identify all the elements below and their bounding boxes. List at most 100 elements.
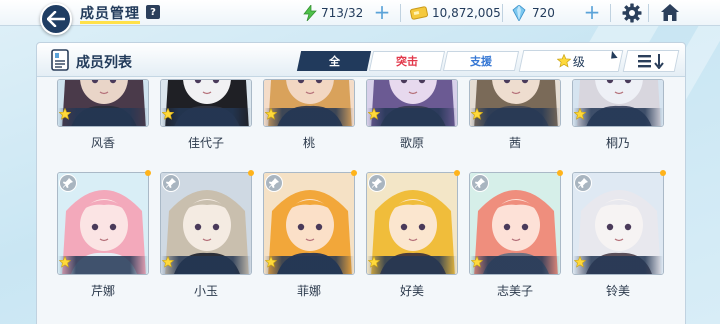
member-card[interactable]: 桃 (263, 79, 355, 151)
member-name: 铃美 (605, 284, 630, 298)
pin-button[interactable] (59, 174, 77, 192)
star-icon (59, 108, 71, 120)
member-name: 芹娜 (90, 284, 115, 298)
member-portrait (160, 79, 252, 127)
star-rating (264, 108, 354, 126)
member-list-panel: 成员列表 全 突击 支援 级 风香 佳代子 桃 歌原 茜 桐乃 芹娜 小玉 菲娜… (36, 42, 686, 324)
member-card[interactable]: 菲娜 (263, 170, 357, 299)
member-card[interactable]: 佳代子 (160, 79, 252, 151)
lightning-icon (303, 5, 317, 21)
divider (648, 4, 649, 22)
member-name: 菲娜 (296, 284, 321, 298)
pin-button[interactable] (368, 174, 386, 192)
notification-dot (557, 170, 563, 176)
member-portrait (366, 79, 458, 127)
member-name: 歌原 (399, 136, 424, 150)
member-list-icon (51, 49, 69, 71)
member-name: 茜 (508, 136, 521, 150)
pin-button[interactable] (471, 174, 489, 192)
member-card[interactable]: 小玉 (160, 170, 254, 299)
star-rating (470, 108, 560, 126)
pin-icon (578, 178, 588, 188)
pin-button[interactable] (574, 174, 592, 192)
star-rating (58, 108, 148, 126)
member-card[interactable]: 志美子 (469, 170, 563, 299)
filter-support-tab[interactable]: 支援 (442, 51, 520, 71)
star-rating (264, 256, 354, 274)
divider (610, 4, 611, 22)
star-rating (58, 256, 148, 274)
star-rating (573, 256, 663, 274)
sort-dropdown[interactable]: 级 (518, 50, 624, 72)
member-name: 小玉 (193, 284, 218, 298)
star-icon (556, 54, 571, 68)
credit-icon (410, 6, 428, 20)
divider (400, 4, 401, 22)
filter-attacker-tab[interactable]: 突击 (368, 51, 446, 71)
add-ap-button[interactable]: + (372, 2, 392, 22)
member-name: 风香 (90, 136, 115, 150)
help-button[interactable]: ? (146, 5, 160, 19)
notification-dot (145, 170, 151, 176)
pin-icon (372, 178, 382, 188)
star-icon (574, 108, 586, 120)
ap-value: 713/32 (321, 6, 364, 20)
panel-title: 成员列表 (76, 55, 132, 71)
member-name: 志美子 (496, 284, 533, 298)
star-rating (367, 108, 457, 126)
member-card[interactable]: 好美 (366, 170, 460, 299)
pin-icon (475, 178, 485, 188)
star-icon (471, 256, 483, 268)
pin-icon (269, 178, 279, 188)
member-card[interactable]: 铃美 (572, 170, 666, 299)
member-card[interactable]: 茜 (469, 79, 561, 151)
page-title: 成员管理 (80, 6, 140, 22)
star-icon (471, 108, 483, 120)
back-button[interactable] (40, 3, 72, 35)
sort-descending-icon (638, 54, 664, 69)
sort-order-button[interactable] (622, 50, 680, 72)
title-underline (80, 21, 140, 24)
star-rating (573, 108, 663, 126)
arrow-left-icon (47, 11, 65, 27)
divider (502, 4, 503, 22)
gems-counter: 720 (512, 4, 555, 22)
member-card[interactable]: 歌原 (366, 79, 458, 151)
notification-dot (351, 170, 357, 176)
pin-icon (166, 178, 176, 188)
member-portrait (469, 79, 561, 127)
filter-all-label: 全 (328, 55, 340, 68)
gear-icon (622, 3, 642, 23)
member-portrait (263, 79, 355, 127)
notification-dot (248, 170, 254, 176)
credits-value: 10,872,005 (432, 6, 501, 20)
home-button[interactable] (660, 3, 680, 23)
ap-counter: 713/32 (303, 4, 363, 22)
filter-all-tab[interactable]: 全 (296, 51, 372, 71)
member-name: 好美 (399, 284, 424, 298)
add-gems-button[interactable]: + (582, 2, 602, 22)
star-rating (470, 256, 560, 274)
star-rating (161, 108, 251, 126)
member-card[interactable]: 芹娜 (57, 170, 151, 299)
member-name: 佳代子 (187, 136, 224, 150)
pin-icon (63, 178, 73, 188)
sort-label: 级 (572, 54, 585, 69)
pin-button[interactable] (162, 174, 180, 192)
star-icon (368, 108, 380, 120)
home-icon (661, 4, 679, 21)
star-icon (162, 108, 174, 120)
filter-support-label: 支援 (470, 55, 492, 68)
top-bar: 成员管理 ? 713/32 + 10,872,005 720 + (0, 0, 720, 26)
member-portrait (57, 79, 149, 127)
pin-button[interactable] (265, 174, 283, 192)
notification-dot (660, 170, 666, 176)
member-card[interactable]: 风香 (57, 79, 149, 151)
member-name: 桃 (302, 136, 315, 150)
star-icon (265, 108, 277, 120)
member-card[interactable]: 桐乃 (572, 79, 664, 151)
settings-button[interactable] (622, 3, 642, 23)
star-rating (161, 256, 251, 274)
notification-dot (454, 170, 460, 176)
credits-counter: 10,872,005 (410, 4, 501, 22)
